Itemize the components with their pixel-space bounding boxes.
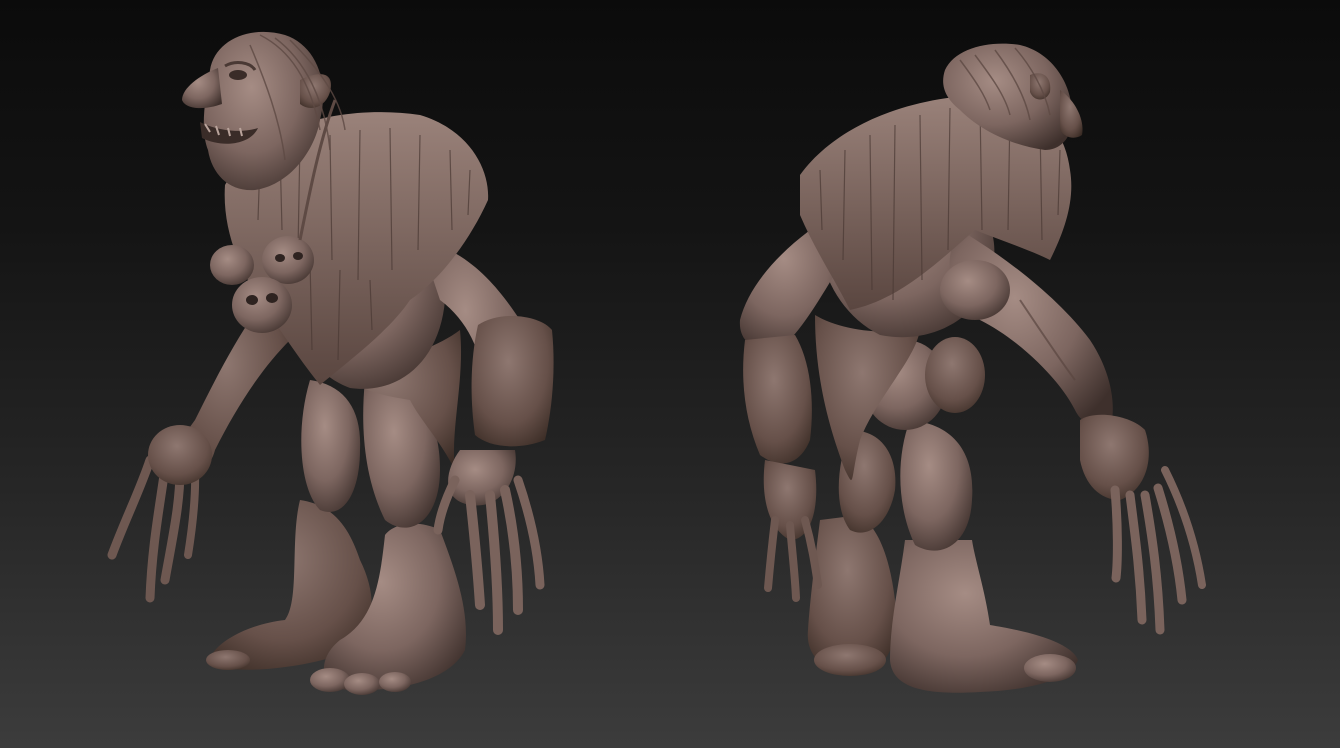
render-canvas: [107, 31, 1206, 695]
sculpt-viewport[interactable]: [0, 0, 1340, 748]
troll-back-view: [739, 43, 1206, 693]
troll-front-view: [107, 31, 554, 695]
